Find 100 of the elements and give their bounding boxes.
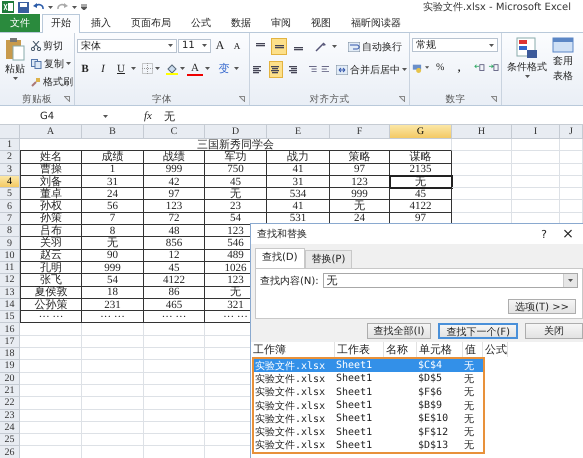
result-cell[interactable]: $D$5 [417, 372, 463, 386]
column-header[interactable]: H [452, 125, 512, 139]
result-cell[interactable]: Sheet1 [335, 425, 384, 439]
undo-icon[interactable] [33, 2, 44, 12]
result-cell[interactable]: 实验文件.xlsx [254, 438, 335, 452]
caret-icon[interactable] [12, 77, 18, 80]
copy-button[interactable]: 复制 [31, 56, 73, 71]
caret-icon[interactable] [234, 67, 239, 70]
caret-icon[interactable] [205, 67, 210, 70]
dialog-launcher-icon[interactable] [491, 96, 497, 102]
result-cell[interactable]: $F$6 [417, 386, 463, 399]
row-header[interactable]: 19 [0, 360, 20, 373]
currency-icon[interactable] [412, 62, 422, 74]
format-painter-button[interactable]: 格式刷 [31, 74, 73, 89]
row-header[interactable]: 11 [0, 262, 20, 274]
row-header[interactable]: 10 [0, 250, 20, 262]
insert-function-button[interactable]: fx [144, 110, 152, 122]
row-header[interactable]: 8 [0, 225, 20, 238]
row-header[interactable]: 1 [0, 139, 20, 152]
column-header[interactable]: 工作表 [335, 342, 384, 357]
column-header[interactable]: G [390, 125, 452, 139]
column-header[interactable]: 单元格 [417, 342, 463, 357]
ribbon-tab[interactable]: 福昕阅读器 [342, 14, 410, 32]
dialog-button[interactable]: 查找下一个(F) [438, 323, 518, 339]
ribbon-tab[interactable]: 公式 [182, 14, 220, 32]
dialog-launcher-icon[interactable] [239, 96, 245, 102]
row-header[interactable]: 14 [0, 298, 20, 312]
result-cell[interactable]: 无 [463, 438, 483, 452]
result-cell[interactable]: Sheet1 [335, 412, 384, 426]
options-button[interactable]: 选项(T) >> [508, 299, 576, 314]
column-header[interactable]: B [82, 125, 144, 139]
find-input-field[interactable]: 无 [322, 273, 578, 288]
result-cell[interactable]: Sheet1 [335, 438, 384, 452]
align-button[interactable] [271, 38, 287, 55]
column-header[interactable]: C [144, 125, 205, 139]
help-button[interactable]: ? [535, 228, 553, 240]
result-row[interactable]: 实验文件.xlsx Sheet1 $E$10 无 [254, 412, 483, 426]
column-header[interactable]: 公式 [483, 342, 508, 357]
column-header[interactable]: D [205, 125, 267, 139]
row-header[interactable]: 5 [0, 188, 20, 200]
row-header[interactable]: 12 [0, 274, 20, 287]
caret-icon[interactable] [402, 68, 407, 71]
result-cell[interactable]: 无 [463, 386, 483, 399]
result-cell[interactable]: 无 [463, 398, 483, 412]
dialog-button[interactable]: 查找全部(I) [366, 323, 432, 339]
result-cell[interactable]: 实验文件.xlsx [254, 412, 335, 426]
dialog-tab[interactable]: 替换(P) [304, 250, 352, 268]
ribbon-tab[interactable]: 文件 [0, 14, 40, 32]
font-name-dropdown[interactable]: 宋体 [77, 38, 177, 52]
name-box[interactable]: G4 [0, 109, 112, 123]
result-cell[interactable]: Sheet1 [335, 386, 384, 399]
row-header[interactable]: 20 [0, 372, 20, 385]
column-header[interactable]: E [267, 125, 330, 139]
font-size-dropdown[interactable]: 11 [178, 38, 211, 52]
shrink-font-button[interactable]: A [229, 38, 245, 53]
dialog-tab[interactable]: 查找(D) [255, 248, 305, 268]
dialog-launcher-icon[interactable] [64, 96, 70, 102]
indent-icon[interactable] [308, 64, 329, 75]
table-format-button[interactable]: 套用 表格 [552, 35, 574, 93]
row-header[interactable]: 4 [0, 176, 20, 188]
caret-icon[interactable] [424, 66, 430, 69]
formula-field[interactable]: 无 [164, 108, 175, 124]
close-button[interactable]: × [553, 226, 583, 242]
result-cell[interactable]: 无 [463, 412, 483, 426]
row-header[interactable]: 24 [0, 422, 20, 434]
result-cell[interactable]: 实验文件.xlsx [254, 372, 335, 386]
grow-font-button[interactable]: A [212, 38, 228, 53]
row-header[interactable]: 23 [0, 410, 20, 422]
caret-icon[interactable] [155, 67, 160, 70]
decimal-icon[interactable] [474, 62, 499, 72]
caret-icon[interactable] [489, 44, 494, 46]
ribbon-tab[interactable]: 页面布局 [122, 14, 180, 32]
align-button[interactable] [268, 61, 283, 78]
dialog-button[interactable]: 关闭 [525, 323, 583, 339]
row-header[interactable]: 21 [0, 384, 20, 398]
row-header[interactable]: 16 [0, 323, 20, 336]
result-cell[interactable]: 实验文件.xlsx [254, 386, 335, 399]
italic-button[interactable]: I [95, 61, 111, 76]
result-cell[interactable]: 实验文件.xlsx [254, 398, 335, 412]
result-cell[interactable]: Sheet1 [335, 372, 384, 386]
column-header[interactable]: F [330, 125, 390, 139]
ribbon-tab[interactable]: 审阅 [262, 14, 300, 32]
caret-icon[interactable] [202, 44, 207, 47]
column-header[interactable]: 值 [463, 342, 483, 357]
result-row[interactable]: 实验文件.xlsx Sheet1 $D$13 无 [254, 438, 483, 452]
caret-icon[interactable] [103, 114, 108, 118]
paste-button[interactable]: 粘贴 [2, 35, 28, 93]
font-color-button[interactable]: A [187, 62, 203, 76]
row-header[interactable]: 22 [0, 397, 20, 410]
ribbon-tab[interactable]: 视图 [302, 14, 340, 32]
ribbon-tab[interactable]: 开始 [42, 14, 80, 33]
result-cell[interactable]: $E$10 [417, 412, 463, 426]
ribbon-tab[interactable]: 数据 [222, 14, 260, 32]
result-cell[interactable]: $D$13 [417, 438, 463, 452]
save-icon[interactable] [18, 2, 29, 12]
comma-button[interactable]: , [451, 60, 468, 75]
row-header[interactable]: 3 [0, 164, 20, 176]
wrap-text-button[interactable]: 自动换行 [348, 39, 402, 54]
result-cell[interactable]: 无 [463, 425, 483, 439]
row-header[interactable]: 25 [0, 434, 20, 446]
